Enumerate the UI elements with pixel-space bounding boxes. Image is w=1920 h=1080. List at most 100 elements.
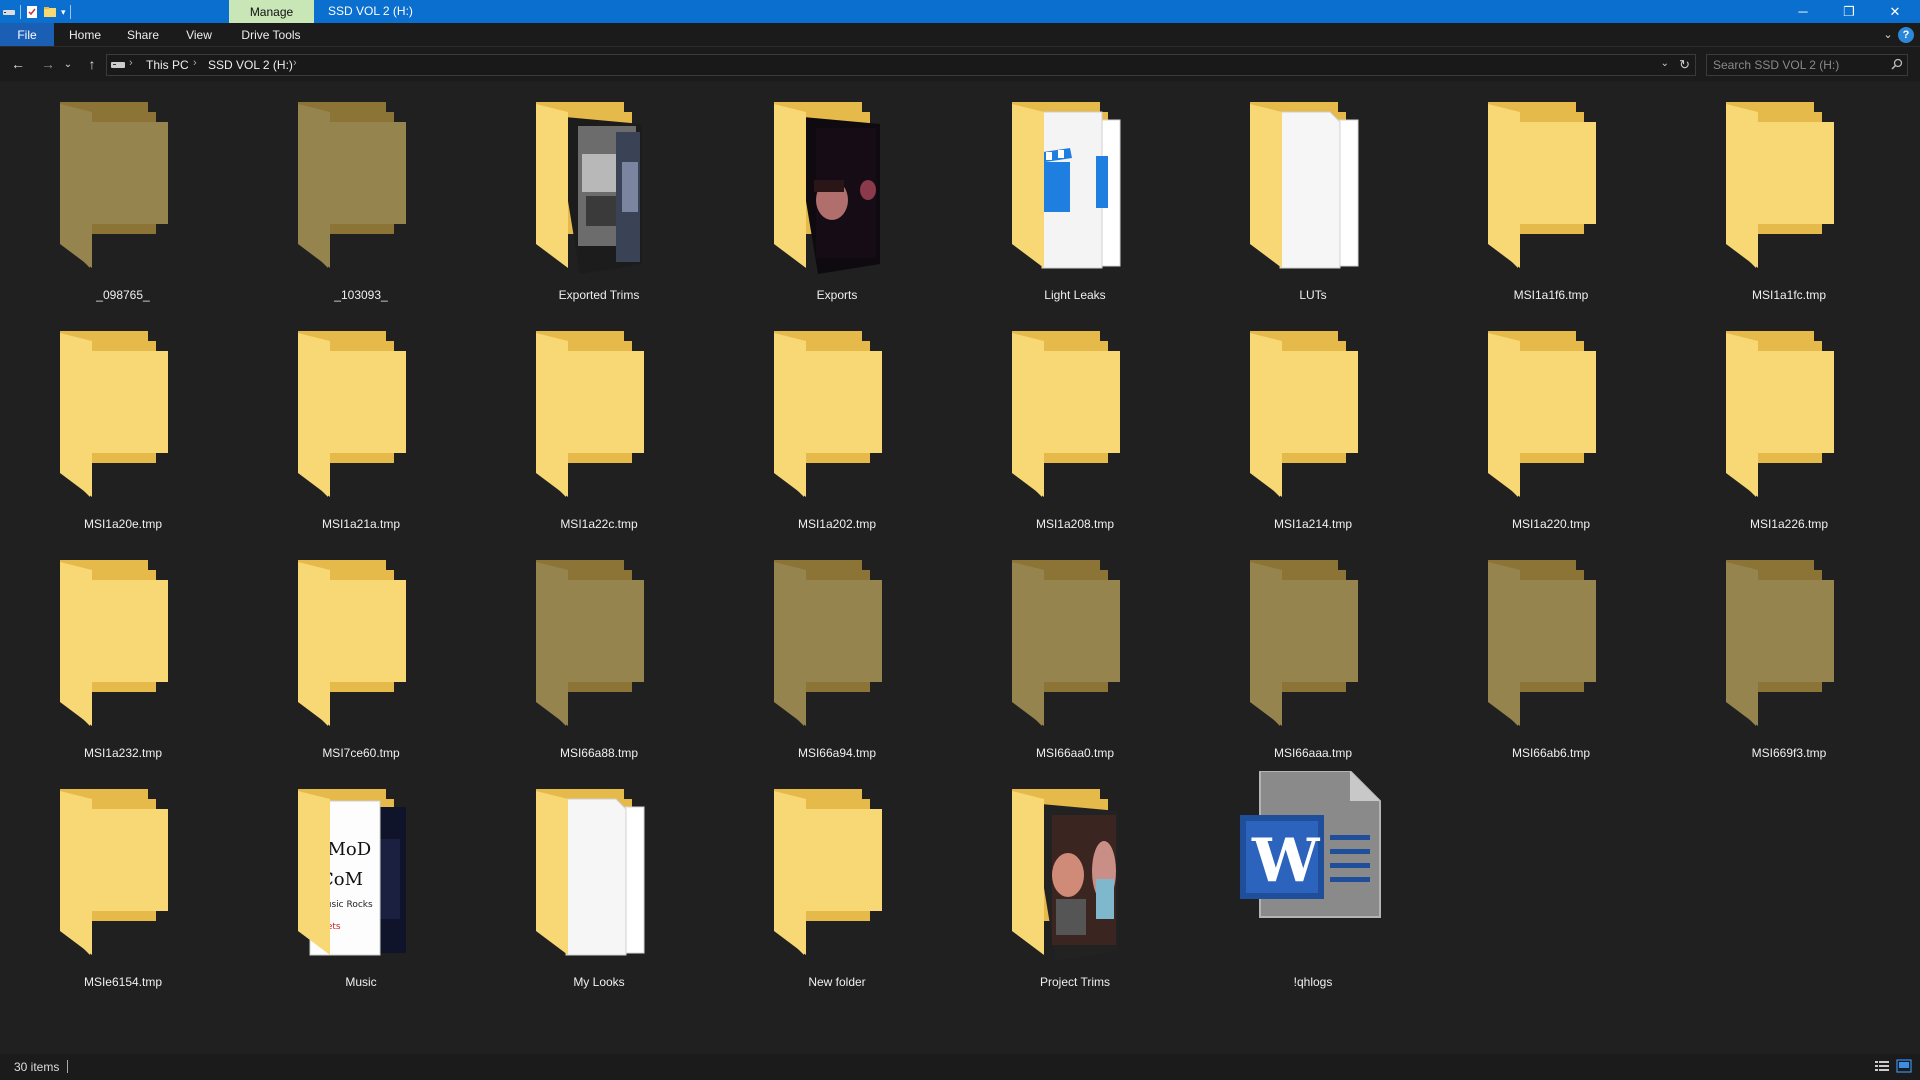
file-item-label: MSI1a21a.tmp (321, 517, 401, 531)
properties-icon[interactable] (25, 5, 39, 19)
search-box[interactable] (1706, 54, 1908, 76)
file-item-label: MSI66aa0.tmp (1035, 746, 1115, 760)
file-item-msi66aa0-tmp[interactable]: MSI66aa0.tmp (956, 550, 1194, 779)
file-item-project-trims[interactable]: Project Trims (956, 779, 1194, 1008)
restore-button[interactable]: ❐ (1826, 0, 1872, 23)
ribbon-tabs: File Home Share View Drive Tools ⌄ ? (0, 23, 1920, 47)
forward-button[interactable]: → (38, 55, 58, 73)
file-item-label: _103093_ (334, 288, 388, 302)
file-item-098765[interactable]: _098765_ (4, 92, 242, 321)
manage-context-tab[interactable]: Manage (229, 0, 314, 23)
quick-access-toolbar: ▾ (2, 3, 71, 21)
help-icon[interactable]: ? (1898, 27, 1914, 43)
folder-icon: Pe3MoDCoMMusic RocksLets (286, 779, 436, 969)
file-item-luts[interactable]: LUTs (1194, 92, 1432, 321)
file-item-exports[interactable]: Exports (718, 92, 956, 321)
file-item-msie6154-tmp[interactable]: MSIe6154.tmp (4, 779, 242, 1008)
file-item-new-folder[interactable]: New folder (718, 779, 956, 1008)
up-button[interactable]: ↑ (82, 55, 102, 73)
recent-locations-button[interactable]: ⌄ (62, 55, 74, 73)
address-bar[interactable]: › This PC › SSD VOL 2 (H:) › ⌄ ↻ (106, 54, 1696, 76)
file-item-label: Music (345, 975, 377, 989)
file-item-msi1a22c-tmp[interactable]: MSI1a22c.tmp (480, 321, 718, 550)
customize-toolbar-icon[interactable]: ▾ (61, 7, 66, 18)
file-item-msi1a21a-tmp[interactable]: MSI1a21a.tmp (242, 321, 480, 550)
toolbar-separator (20, 5, 21, 19)
file-item-msi66a88-tmp[interactable]: MSI66a88.tmp (480, 550, 718, 779)
breadcrumb-separator[interactable]: › (129, 57, 133, 69)
file-item-my-looks[interactable]: My Looks (480, 779, 718, 1008)
file-item-msi66a94-tmp[interactable]: MSI66a94.tmp (718, 550, 956, 779)
folder-icon (1000, 779, 1150, 969)
file-item-msi66ab6-tmp[interactable]: MSI66ab6.tmp (1432, 550, 1670, 779)
drive-icon[interactable] (2, 5, 16, 19)
folder-icon (286, 321, 436, 511)
tab-file[interactable]: File (0, 23, 54, 46)
folder-icon (1714, 550, 1864, 740)
tab-view[interactable]: View (174, 23, 224, 46)
file-item-label: !qhlogs (1293, 975, 1333, 989)
close-button[interactable]: ✕ (1872, 0, 1918, 23)
file-item-label: MSI66aaa.tmp (1273, 746, 1353, 760)
file-item-label: Exported Trims (558, 288, 640, 302)
new-folder-icon[interactable] (43, 5, 57, 19)
file-item-msi1a202-tmp[interactable]: MSI1a202.tmp (718, 321, 956, 550)
file-item-msi1a20e-tmp[interactable]: MSI1a20e.tmp (4, 321, 242, 550)
status-separator (67, 1060, 68, 1073)
folder-icon (524, 321, 674, 511)
file-item-label: MSI1a202.tmp (797, 517, 877, 531)
file-item-103093[interactable]: _103093_ (242, 92, 480, 321)
file-item-label: MSI669f3.tmp (1751, 746, 1827, 760)
breadcrumb-this-pc[interactable]: This PC (146, 58, 189, 72)
word-document-icon: W (1238, 770, 1388, 961)
tab-home[interactable]: Home (60, 23, 110, 46)
file-item-msi669f3-tmp[interactable]: MSI669f3.tmp (1670, 550, 1908, 779)
large-icons-view-icon[interactable] (1896, 1059, 1912, 1073)
folder-icon (48, 779, 198, 969)
folder-icon (524, 92, 674, 282)
address-dropdown-icon[interactable]: ⌄ (1661, 58, 1669, 69)
folder-icon (48, 550, 198, 740)
file-item-msi1a208-tmp[interactable]: MSI1a208.tmp (956, 321, 1194, 550)
expand-ribbon-icon[interactable]: ⌄ (1880, 26, 1896, 42)
file-item-msi1a1fc-tmp[interactable]: MSI1a1fc.tmp (1670, 92, 1908, 321)
tab-drive-tools[interactable]: Drive Tools (232, 23, 310, 46)
file-item-msi1a1f6-tmp[interactable]: MSI1a1f6.tmp (1432, 92, 1670, 321)
file-item-music[interactable]: Pe3MoDCoMMusic RocksLets Music (242, 779, 480, 1008)
file-item-msi7ce60-tmp[interactable]: MSI7ce60.tmp (242, 550, 480, 779)
search-icon[interactable] (1891, 58, 1903, 70)
folder-icon (286, 92, 436, 282)
folder-icon (762, 321, 912, 511)
file-item-msi1a214-tmp[interactable]: MSI1a214.tmp (1194, 321, 1432, 550)
file-item-msi66aaa-tmp[interactable]: MSI66aaa.tmp (1194, 550, 1432, 779)
folder-icon (1000, 321, 1150, 511)
folder-icon (762, 779, 912, 969)
file-item-label: MSI1a226.tmp (1749, 517, 1829, 531)
details-view-icon[interactable] (1874, 1059, 1890, 1073)
file-item-msi1a232-tmp[interactable]: MSI1a232.tmp (4, 550, 242, 779)
breadcrumb-separator[interactable]: › (293, 57, 297, 69)
breadcrumb-ssd-vol-2[interactable]: SSD VOL 2 (H:) (208, 58, 293, 72)
file-item-light-leaks[interactable]: Light Leaks (956, 92, 1194, 321)
file-item-msi1a226-tmp[interactable]: MSI1a226.tmp (1670, 321, 1908, 550)
tab-share[interactable]: Share (118, 23, 168, 46)
toolbar-separator (69, 5, 71, 19)
folder-icon (286, 550, 436, 740)
folder-icon (48, 321, 198, 511)
file-list-pane[interactable]: _098765_ _103093_ Exported Trims Exports Lig… (0, 82, 1920, 1054)
folder-icon (1000, 550, 1150, 740)
breadcrumb-separator[interactable]: › (193, 57, 197, 69)
file-item-label: MSI1a214.tmp (1273, 517, 1353, 531)
file-item-label: MSI66a88.tmp (559, 746, 639, 760)
folder-icon (1000, 92, 1150, 282)
minimize-button[interactable]: ─ (1780, 0, 1826, 23)
refresh-icon[interactable]: ↻ (1679, 57, 1690, 73)
folder-icon (1238, 321, 1388, 511)
title-bar: ▾ Manage SSD VOL 2 (H:) ─ ❐ ✕ (0, 0, 1920, 23)
file-item-qhlogs[interactable]: W !qhlogs (1194, 770, 1432, 1008)
back-button[interactable]: ← (8, 55, 28, 73)
file-item-exported-trims[interactable]: Exported Trims (480, 92, 718, 321)
search-input[interactable] (1713, 56, 1883, 74)
file-item-label: MSIe6154.tmp (83, 975, 163, 989)
file-item-msi1a220-tmp[interactable]: MSI1a220.tmp (1432, 321, 1670, 550)
